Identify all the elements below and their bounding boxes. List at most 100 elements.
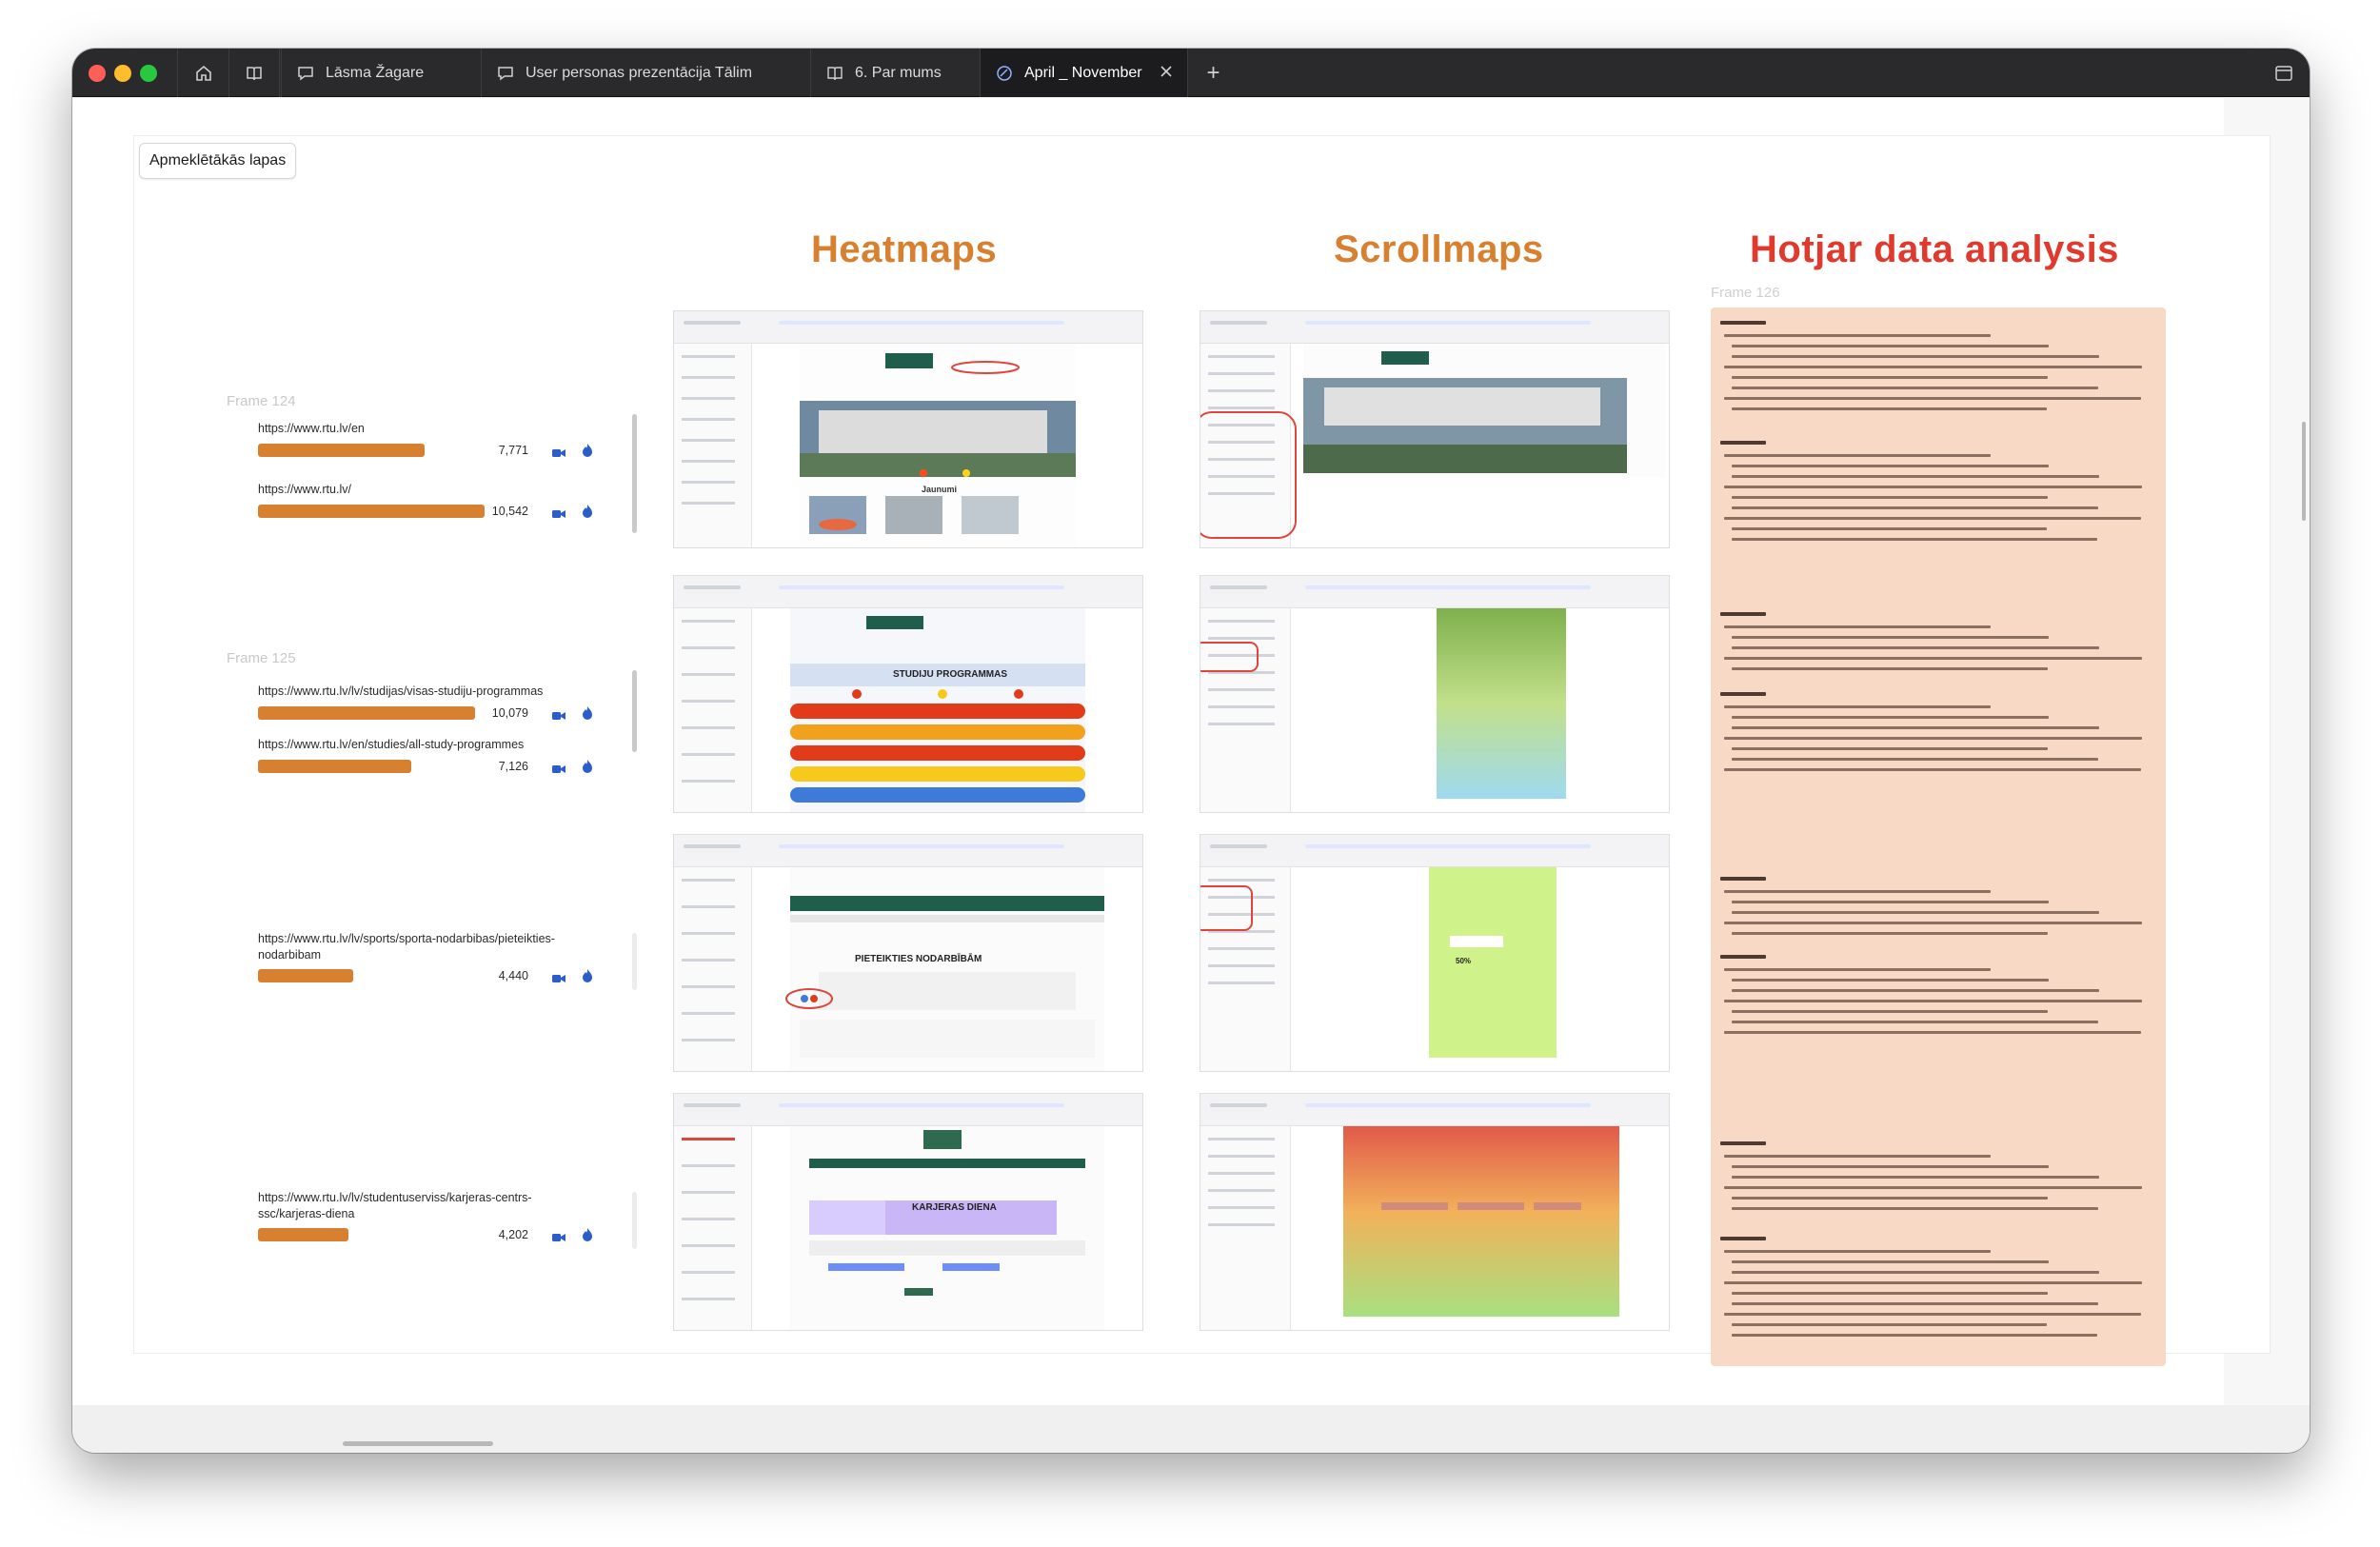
visits-count: 7,771 — [498, 444, 528, 457]
visits-count: 7,126 — [498, 760, 528, 773]
analysis-text-line — [1724, 922, 2142, 924]
page-url[interactable]: https://www.rtu.lv/lv/studentuserviss/ka… — [258, 1190, 593, 1222]
analysis-text-line — [1724, 517, 2141, 520]
scroll-percent-badge: 50% — [1456, 957, 1472, 965]
minimize-window-button[interactable] — [114, 65, 131, 82]
analysis-text-line — [1732, 1197, 2048, 1200]
analysis-text-line — [1732, 747, 2048, 750]
analysis-text-line — [1724, 454, 1991, 457]
page-url[interactable]: https://www.rtu.lv/ — [258, 482, 351, 498]
analysis-text-line — [1732, 1207, 2098, 1210]
analysis-heading-line — [1720, 441, 1766, 445]
home-button[interactable] — [177, 49, 228, 97]
frame-title-chip[interactable]: Apmeklētākās lapas — [139, 143, 297, 179]
recording-icon[interactable] — [552, 762, 565, 773]
analysis-text-line — [1732, 1302, 2098, 1305]
heatmap-page-title: Jaunumi — [922, 485, 958, 494]
list-scrollbar[interactable] — [632, 1192, 637, 1249]
tab-label: User personas prezentācija Tālim — [526, 64, 753, 81]
tab-label: Lāsma Žagare — [326, 64, 425, 81]
analysis-text-line — [1732, 646, 2099, 649]
page-url[interactable]: https://www.rtu.lv/lv/sports/sporta-noda… — [258, 931, 563, 963]
recording-icon[interactable] — [552, 1230, 565, 1241]
chat-icon — [297, 66, 314, 81]
visits-count: 4,440 — [498, 969, 528, 982]
recording-icon[interactable] — [552, 708, 565, 720]
analysis-text-line — [1732, 932, 2048, 935]
scrollmap-screenshot-sports[interactable]: 50% — [1200, 834, 1670, 1072]
list-scrollbar[interactable] — [632, 414, 637, 533]
heatmap-page-title: KARJERAS DIENA — [912, 1202, 997, 1213]
heatmap-icon[interactable] — [582, 760, 593, 773]
analysis-text-line — [1732, 355, 2099, 358]
visits-bar — [258, 706, 475, 720]
heatmap-screenshot-study-programmes[interactable]: STUDIJU PROGRAMMAS — [673, 575, 1143, 813]
frame-label: Frame 126 — [1711, 285, 1780, 301]
sidebar-icon — [2275, 65, 2292, 81]
close-tab-button[interactable] — [1159, 64, 1174, 84]
analysis-text-line — [1732, 1260, 2049, 1263]
analysis-heading-line — [1720, 955, 1766, 959]
list-scrollbar[interactable] — [632, 670, 637, 752]
visits-bar — [258, 505, 485, 518]
close-window-button[interactable] — [89, 65, 106, 82]
visits-count: 10,542 — [491, 505, 528, 518]
visits-count: 10,079 — [491, 706, 528, 720]
frame-label: Frame 124 — [227, 393, 296, 409]
analysis-text-line — [1732, 475, 2099, 478]
analysis-text-line — [1732, 538, 2097, 541]
frame-label: Frame 125 — [227, 650, 296, 666]
title-bar: Lāsma Žagare User personas prezentācija … — [72, 49, 2310, 97]
visits-bar — [258, 1228, 348, 1241]
heatmap-screenshot-sports[interactable]: PIETEIKTIES NODARBĪBĀM — [673, 834, 1143, 1072]
recording-icon[interactable] — [552, 971, 565, 982]
design-icon — [996, 65, 1013, 82]
horizontal-scrollbar[interactable] — [343, 1441, 493, 1446]
analysis-text-line — [1732, 1021, 2098, 1023]
analysis-text-line — [1732, 726, 2099, 729]
heatmap-icon[interactable] — [582, 969, 593, 982]
heatmap-screenshot-career-day[interactable]: KARJERAS DIENA — [673, 1093, 1143, 1331]
tab-label: April _ November — [1024, 64, 1142, 81]
analysis-text-line — [1732, 979, 2049, 982]
visits-count: 4,202 — [498, 1228, 528, 1241]
analysis-text-line — [1732, 716, 2049, 719]
analysis-text-line — [1724, 397, 2141, 400]
analysis-heading-line — [1720, 1141, 1766, 1145]
heatmap-icon[interactable] — [582, 706, 593, 720]
list-scrollbar[interactable] — [632, 933, 637, 990]
page-url[interactable]: https://www.rtu.lv/en/studies/all-study-… — [258, 737, 524, 753]
page-url[interactable]: https://www.rtu.lv/en — [258, 421, 365, 437]
tab-par-mums[interactable]: 6. Par mums — [810, 49, 980, 97]
heatmap-icon[interactable] — [582, 505, 593, 518]
analysis-heading: Hotjar data analysis — [1750, 228, 2119, 270]
analysis-text-line — [1732, 506, 2098, 509]
scrollmap-screenshot-career-day[interactable] — [1200, 1093, 1670, 1331]
plus-icon: + — [1206, 59, 1220, 86]
close-icon — [1160, 66, 1172, 77]
recording-icon[interactable] — [552, 506, 565, 518]
tab-user-personas[interactable]: User personas prezentācija Tālim — [481, 49, 810, 97]
sidebar-toggle-button[interactable] — [2258, 49, 2310, 97]
analysis-text-line — [1724, 486, 2142, 488]
analysis-text-line — [1724, 768, 2141, 771]
tab-april-november[interactable]: April _ November — [980, 49, 1187, 97]
page-url[interactable]: https://www.rtu.lv/lv/studijas/visas-stu… — [258, 684, 543, 700]
scrollmap-screenshot-home-en[interactable] — [1200, 310, 1670, 548]
vertical-scrollbar[interactable] — [2302, 422, 2306, 521]
heatmap-icon[interactable] — [582, 444, 593, 457]
analysis-text-line — [1724, 625, 1991, 628]
tab-lasma-zagare[interactable]: Lāsma Žagare — [281, 49, 481, 97]
maximize-window-button[interactable] — [140, 65, 157, 82]
analysis-text-line — [1724, 1250, 1991, 1253]
analysis-text-line — [1724, 705, 1991, 708]
analysis-text-line — [1724, 1031, 2141, 1034]
home-icon — [195, 65, 211, 81]
recording-icon[interactable] — [552, 446, 565, 457]
heatmap-screenshot-home-en[interactable]: Jaunumi — [673, 310, 1143, 548]
heatmap-icon[interactable] — [582, 1228, 593, 1241]
library-button[interactable] — [228, 49, 280, 97]
analysis-text-line — [1724, 890, 1991, 893]
new-tab-button[interactable]: + — [1187, 49, 1239, 97]
scrollmap-screenshot-study-programmes[interactable] — [1200, 575, 1670, 813]
